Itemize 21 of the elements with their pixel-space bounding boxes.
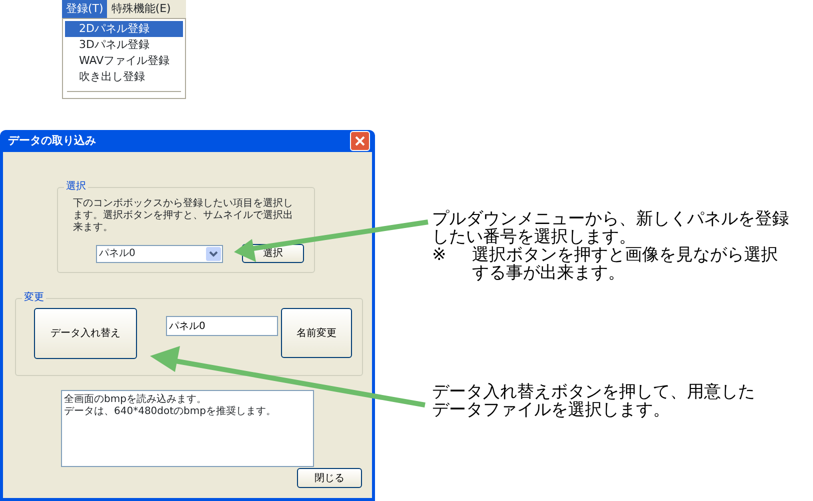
close-dialog-button[interactable]: 閉じる (297, 468, 362, 488)
description-text: 下のコンボボックスから登録したい項目を選択します。選択ボタンを押すと、サムネイルで選択出来ます。 (73, 198, 294, 234)
close-icon (355, 136, 365, 146)
note-mark: ※ (432, 246, 448, 267)
menu-item[interactable]: 特殊機能(E) (107, 0, 175, 18)
name-field[interactable]: パネル0 (166, 316, 278, 336)
swap-data-button[interactable]: データ入れ替え (34, 308, 137, 359)
menu-item[interactable]: 2Dパネル登録 (65, 21, 183, 37)
menu-item[interactable]: WAVファイル登録 (65, 53, 183, 69)
close-button[interactable] (350, 131, 370, 151)
info-line: データは、640*480dotのbmpを推奨します。 (64, 406, 277, 418)
menu-item[interactable]: 吹き出し登録 (65, 69, 183, 85)
rename-button[interactable]: 名前変更 (281, 308, 352, 358)
menu-item[interactable]: 3Dパネル登録 (65, 37, 183, 53)
info-line: 全画面のbmpを読み込みます。 (64, 394, 208, 406)
callout-text: プルダウンメニューから、新しくパネルを登録したい番号を選択します。 (432, 210, 790, 246)
callout-text: データ入れ替えボタンを押して、用意したデータファイルを選択します。 (432, 383, 756, 419)
note-text: 選択ボタンを押すと画像を見ながら選択する事が出来ます。 (472, 246, 779, 282)
combo-box[interactable]: パネル0 (96, 245, 223, 263)
window-title: データの取り込み (8, 132, 96, 149)
menu-item[interactable]: 登録(T) (62, 0, 108, 18)
